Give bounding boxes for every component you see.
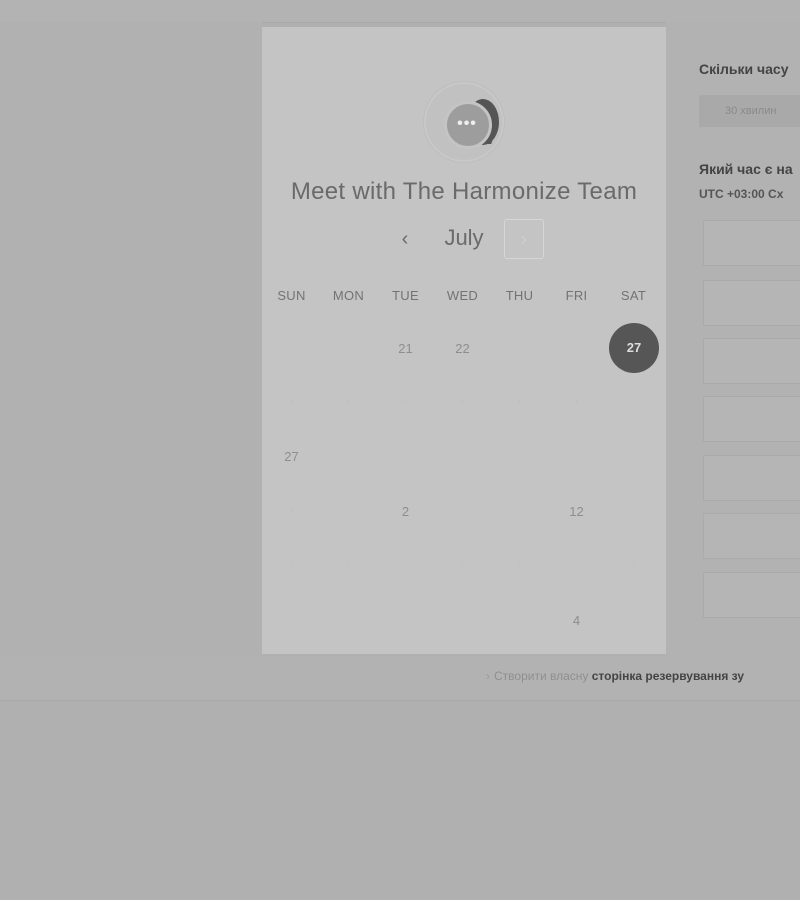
day-cell-empty: · (346, 393, 351, 408)
time-slot[interactable] (703, 455, 800, 501)
chat-dots: ••• (457, 115, 477, 132)
day-cell-empty: · (346, 557, 351, 572)
day-cell[interactable]: 21 (377, 341, 434, 356)
day-cell-empty: · (460, 557, 465, 572)
weekday-thu: THU (505, 288, 534, 303)
time-question: Який час є на (699, 161, 793, 177)
footer-link-bold: сторінка резервування зу (591, 669, 745, 683)
time-slot[interactable] (703, 396, 800, 442)
page-title: Meet with The Harmonize Team (290, 178, 638, 205)
weekday-wed: WED (446, 288, 479, 303)
month-label: July (444, 225, 484, 250)
weekday-tue: TUE (392, 288, 419, 303)
day-cell-empty: · (289, 503, 294, 518)
left-overlay-panel (0, 22, 262, 657)
weekday-sun: SUN (277, 288, 306, 303)
calendar-card: ••• Meet with The Harmonize Team ‹ July … (262, 27, 666, 654)
time-slot[interactable] (703, 338, 800, 384)
day-cell[interactable]: 27 (263, 449, 320, 464)
duration-question: Скільки часу (699, 61, 789, 77)
day-cell[interactable]: 12 (548, 504, 605, 519)
day-cell[interactable]: 22 (434, 341, 491, 356)
time-slot[interactable] (703, 513, 800, 559)
time-slot[interactable] (703, 572, 800, 618)
time-slot[interactable] (703, 280, 800, 326)
day-cell-empty: · (289, 393, 294, 408)
arrow-icon: › (486, 669, 490, 683)
time-slot[interactable] (703, 220, 800, 266)
weekday-sat: SAT (620, 288, 647, 303)
day-cell-empty: · (289, 557, 294, 572)
day-cell-empty: · (517, 393, 522, 408)
create-booking-page-link[interactable]: › Створити власну сторінка резервування з… (486, 669, 744, 683)
top-bar (0, 0, 800, 23)
prev-month-button[interactable]: ‹ (396, 227, 414, 251)
day-cell[interactable]: 2 (377, 504, 434, 519)
timezone-selector[interactable]: UTC +03:00 Сх (699, 187, 783, 201)
day-cell-empty: · (403, 393, 408, 408)
day-cell-empty: · (460, 393, 465, 408)
weekday-mon: MON (332, 288, 365, 303)
day-cell[interactable]: 4 (548, 613, 605, 628)
selected-day[interactable]: 27 (609, 323, 659, 373)
day-cell-empty: · (574, 393, 579, 408)
weekday-fri: FRI (565, 288, 588, 303)
day-cell-empty: · (631, 557, 636, 572)
next-month-button[interactable]: › (504, 219, 544, 259)
duration-option-button[interactable]: 30 хвилин (699, 95, 800, 127)
day-cell-empty: · (517, 557, 522, 572)
footer-link-prefix: Створити власну (494, 669, 589, 683)
